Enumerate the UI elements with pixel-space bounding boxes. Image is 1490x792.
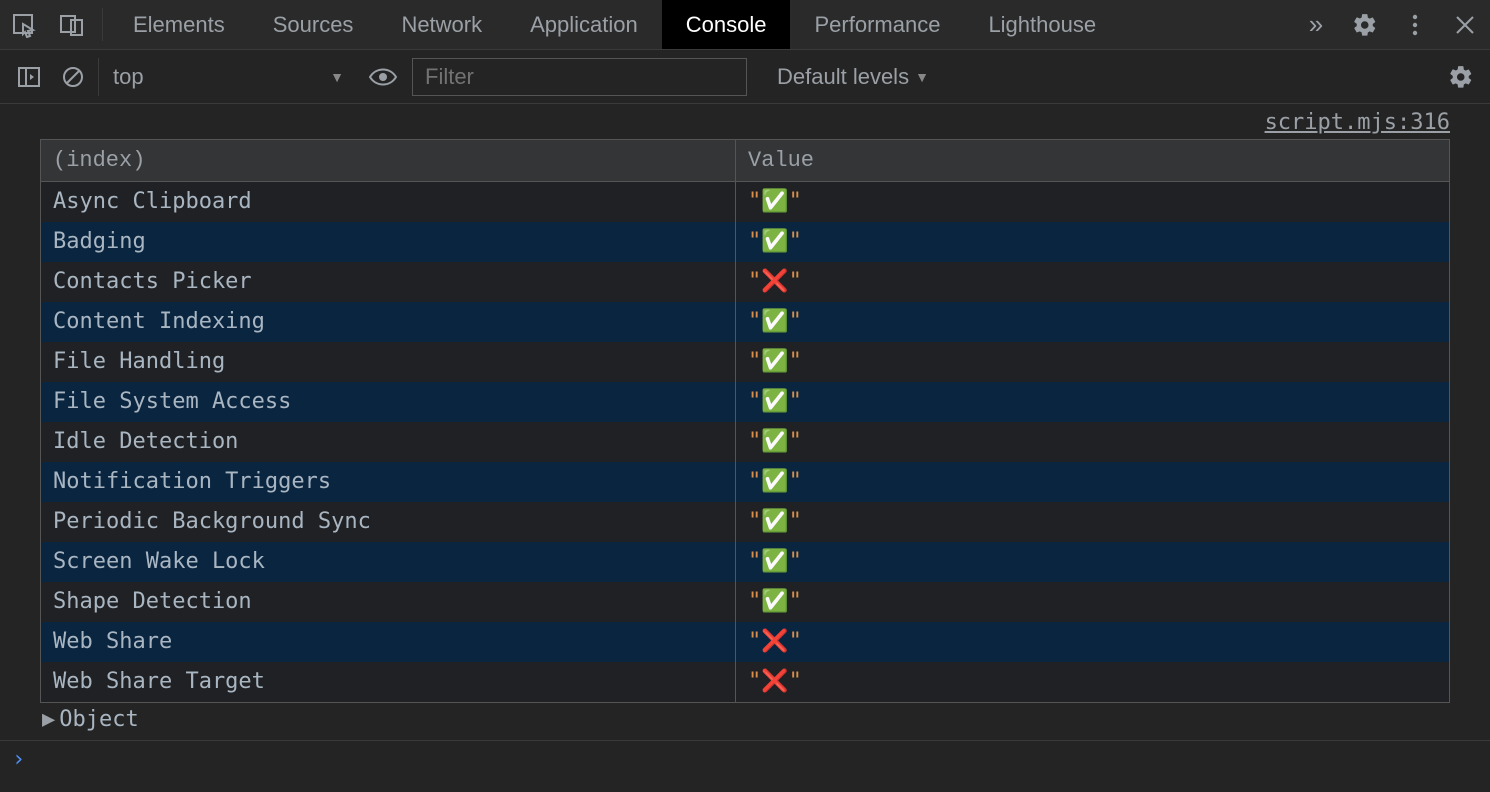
table-row[interactable]: Idle Detection"✅" <box>41 422 1449 462</box>
table-row[interactable]: Web Share"❌" <box>41 622 1449 662</box>
devtools-tabbar: ElementsSourcesNetworkApplicationConsole… <box>0 0 1490 50</box>
tab-elements[interactable]: Elements <box>109 0 249 49</box>
console-filter-input[interactable] <box>412 58 747 96</box>
table-row[interactable]: Screen Wake Lock"✅" <box>41 542 1449 582</box>
console-table: (index) Value Async Clipboard"✅"Badging"… <box>40 139 1450 703</box>
table-row[interactable]: File System Access"✅" <box>41 382 1449 422</box>
table-row[interactable]: Notification Triggers"✅" <box>41 462 1449 502</box>
tabs-overflow-button[interactable]: » <box>1292 0 1340 49</box>
console-output: script.mjs:316 (index) Value Async Clipb… <box>0 104 1490 740</box>
tab-network[interactable]: Network <box>377 0 506 49</box>
cell-value: "✅" <box>736 582 1449 622</box>
cell-value: "✅" <box>736 222 1449 262</box>
tab-performance[interactable]: Performance <box>790 0 964 49</box>
table-header-value[interactable]: Value <box>736 140 1449 181</box>
settings-gear-icon[interactable] <box>1340 12 1390 38</box>
cell-index: Badging <box>41 222 736 262</box>
cell-value: "✅" <box>736 182 1449 222</box>
expandable-object-row[interactable]: ▶ Object <box>40 703 1450 740</box>
cell-index: Shape Detection <box>41 582 736 622</box>
cell-value: "✅" <box>736 542 1449 582</box>
cell-index: Web Share <box>41 622 736 662</box>
device-toolbar-icon[interactable] <box>48 0 96 49</box>
inspect-element-icon[interactable] <box>0 0 48 49</box>
cell-value: "✅" <box>736 342 1449 382</box>
more-menu-icon[interactable] <box>1390 12 1440 38</box>
console-sidebar-toggle-icon[interactable] <box>10 58 48 96</box>
disclosure-triangle-icon: ▶ <box>42 707 55 732</box>
cell-index: File Handling <box>41 342 736 382</box>
cell-index: Screen Wake Lock <box>41 542 736 582</box>
cell-value: "✅" <box>736 422 1449 462</box>
table-row[interactable]: Badging"✅" <box>41 222 1449 262</box>
cell-index: Contacts Picker <box>41 262 736 302</box>
console-settings-gear-icon[interactable] <box>1442 58 1480 96</box>
cell-index: Notification Triggers <box>41 462 736 502</box>
execution-context-select[interactable]: top ▼ <box>98 58 358 96</box>
table-row[interactable]: Shape Detection"✅" <box>41 582 1449 622</box>
table-header-index[interactable]: (index) <box>41 140 736 181</box>
close-devtools-icon[interactable] <box>1440 14 1490 36</box>
cell-value: "❌" <box>736 622 1449 662</box>
table-row[interactable]: Periodic Background Sync"✅" <box>41 502 1449 542</box>
table-row[interactable]: File Handling"✅" <box>41 342 1449 382</box>
cell-index: Async Clipboard <box>41 182 736 222</box>
console-prompt[interactable]: › <box>0 740 1490 778</box>
cell-index: Idle Detection <box>41 422 736 462</box>
source-link[interactable]: script.mjs:316 <box>1265 110 1450 135</box>
prompt-chevron-icon: › <box>12 747 25 772</box>
cell-value: "✅" <box>736 382 1449 422</box>
chevron-down-icon: ▼ <box>915 69 929 85</box>
cell-index: File System Access <box>41 382 736 422</box>
object-label: Object <box>59 707 138 732</box>
clear-console-icon[interactable] <box>54 58 92 96</box>
chevron-down-icon: ▼ <box>330 69 344 85</box>
cell-value: "❌" <box>736 262 1449 302</box>
table-row[interactable]: Content Indexing"✅" <box>41 302 1449 342</box>
cell-value: "❌" <box>736 662 1449 702</box>
table-row[interactable]: Contacts Picker"❌" <box>41 262 1449 302</box>
cell-index: Periodic Background Sync <box>41 502 736 542</box>
tab-application[interactable]: Application <box>506 0 662 49</box>
cell-value: "✅" <box>736 502 1449 542</box>
console-toolbar: top ▼ Default levels ▼ <box>0 50 1490 104</box>
cell-index: Content Indexing <box>41 302 736 342</box>
tab-sources[interactable]: Sources <box>249 0 378 49</box>
table-row[interactable]: Async Clipboard"✅" <box>41 182 1449 222</box>
log-levels-label: Default levels <box>777 64 909 90</box>
tab-lighthouse[interactable]: Lighthouse <box>964 0 1120 49</box>
cell-value: "✅" <box>736 302 1449 342</box>
execution-context-label: top <box>113 64 144 90</box>
tab-console[interactable]: Console <box>662 0 791 49</box>
live-expression-eye-icon[interactable] <box>364 58 402 96</box>
cell-index: Web Share Target <box>41 662 736 702</box>
cell-value: "✅" <box>736 462 1449 502</box>
table-row[interactable]: Web Share Target"❌" <box>41 662 1449 702</box>
log-levels-select[interactable]: Default levels ▼ <box>763 58 943 96</box>
